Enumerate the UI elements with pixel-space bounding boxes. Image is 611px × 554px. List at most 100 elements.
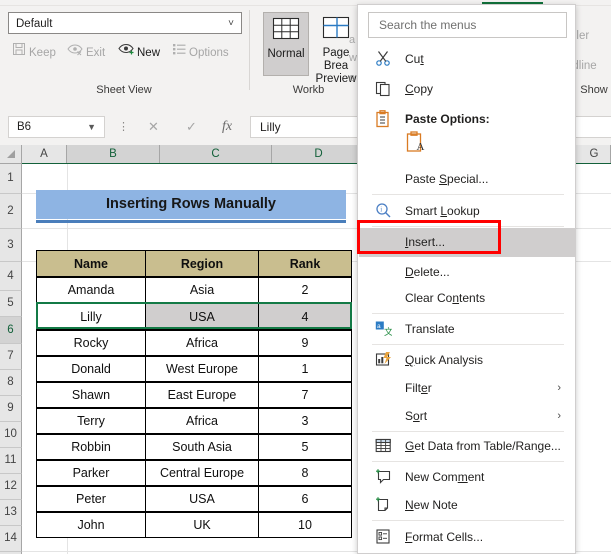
chevron-down-icon[interactable]: ▼ xyxy=(87,117,96,138)
row-header-5[interactable]: 5 xyxy=(0,291,22,317)
chevron-right-icon[interactable]: › xyxy=(557,374,561,403)
row-header-13[interactable]: 13 xyxy=(0,500,22,526)
cell-rank[interactable]: 2 xyxy=(258,277,352,303)
menu-item-format-cells[interactable]: Format Cells... xyxy=(359,523,575,552)
svg-text:文: 文 xyxy=(384,326,392,337)
menu-item-translate[interactable]: a文Translate xyxy=(359,315,575,344)
cell-rank[interactable]: 6 xyxy=(258,486,352,512)
row-header-2[interactable]: 2 xyxy=(0,194,22,229)
cell-rank[interactable]: 5 xyxy=(258,434,352,460)
ghost-ribbon-item-a: a xyxy=(349,34,355,46)
row-header-7[interactable]: 7 xyxy=(0,344,22,370)
confirm-check-icon[interactable]: ✓ xyxy=(186,116,197,138)
cell-rank[interactable]: 4 xyxy=(258,303,352,330)
cell-name[interactable]: Parker xyxy=(36,460,146,486)
chevron-down-icon[interactable]: ˅ xyxy=(228,13,234,35)
cell-name[interactable]: Donald xyxy=(36,356,146,382)
cell-name[interactable]: Amanda xyxy=(36,277,146,303)
sheet-view-exit-button[interactable]: Exit xyxy=(67,42,105,64)
column-title-region[interactable]: Region xyxy=(145,250,259,277)
cell-name[interactable]: Peter xyxy=(36,486,146,512)
cell-rank[interactable]: 9 xyxy=(258,330,352,356)
menu-item-cut[interactable]: Cut xyxy=(359,45,575,74)
view-normal-label: Normal xyxy=(264,48,308,61)
cell-region[interactable]: USA xyxy=(145,486,259,512)
sheet-title-banner[interactable]: Inserting Rows Manually xyxy=(36,190,346,219)
cell-region[interactable]: UK xyxy=(145,512,259,538)
column-header-c[interactable]: C xyxy=(160,145,272,163)
sheet-view-combo[interactable]: Default ˅ xyxy=(8,12,242,34)
menu-item-new-note[interactable]: New Note xyxy=(359,491,575,520)
cell-rank[interactable]: 8 xyxy=(258,460,352,486)
cell-region[interactable]: South Asia xyxy=(145,434,259,460)
menu-item-get-data-from-table-range[interactable]: Get Data from Table/Range... xyxy=(359,432,575,461)
sheet-view-options-button[interactable]: Options xyxy=(172,42,229,64)
sheet-view-keep-button[interactable]: Keep xyxy=(12,42,56,64)
menu-item-paste-options[interactable]: Paste Options: xyxy=(359,105,575,134)
svg-text:A: A xyxy=(417,141,425,153)
column-header-g[interactable]: G xyxy=(578,145,611,163)
cell-rank[interactable]: 7 xyxy=(258,382,352,408)
menu-item-clear-contents[interactable]: Clear Contents xyxy=(359,284,575,313)
chevron-right-icon[interactable]: › xyxy=(557,402,561,431)
row-header-4[interactable]: 4 xyxy=(0,262,22,291)
menu-item-sort[interactable]: Sort› xyxy=(359,402,575,431)
row-header-12[interactable]: 12 xyxy=(0,474,22,500)
name-box[interactable]: B6 ▼ xyxy=(8,116,105,138)
column-title-name[interactable]: Name xyxy=(36,250,146,277)
menu-item-insert[interactable]: Insert... xyxy=(359,228,575,257)
view-normal-button[interactable]: Normal xyxy=(263,12,309,76)
cell-region[interactable]: Africa xyxy=(145,330,259,356)
menu-item-copy[interactable]: Copy xyxy=(359,75,575,104)
cell-region[interactable]: West Europe xyxy=(145,356,259,382)
cell-name[interactable]: Rocky xyxy=(36,330,146,356)
eye-slash-icon xyxy=(67,42,83,64)
menu-item-delete[interactable]: Delete... xyxy=(359,258,575,287)
cell-rank[interactable]: 1 xyxy=(258,356,352,382)
cell-name[interactable]: Lilly xyxy=(36,303,146,330)
column-header-a[interactable]: A xyxy=(22,145,67,163)
ribbon-group-workbook-views: Normal Page Brea Preview Workb xyxy=(256,8,361,104)
row-header-6[interactable]: 6 xyxy=(0,317,22,344)
sheet-view-exit-label: Exit xyxy=(86,47,105,59)
menu-item-filter[interactable]: Filter› xyxy=(359,374,575,403)
row-header-1[interactable]: 1 xyxy=(0,164,22,194)
vertical-dots-icon[interactable]: ⋮ xyxy=(118,122,129,132)
column-title-rank[interactable]: Rank xyxy=(258,250,352,277)
menu-item-new-comment[interactable]: New Comment xyxy=(359,463,575,492)
cell-name[interactable]: Robbin xyxy=(36,434,146,460)
paste-option-text-only-button[interactable]: A xyxy=(359,130,575,160)
row-header-8[interactable]: 8 xyxy=(0,370,22,396)
cell-region[interactable]: Central Europe xyxy=(145,460,259,486)
insert-function-icon[interactable]: fx xyxy=(222,116,232,138)
cell-rank[interactable]: 3 xyxy=(258,408,352,434)
cell-region[interactable]: Africa xyxy=(145,408,259,434)
menu-item-smart-lookup[interactable]: iSmart Lookup xyxy=(359,197,575,226)
menu-item-label: Quick Analysis xyxy=(405,346,483,375)
menu-search-input[interactable]: Search the menus xyxy=(368,12,567,38)
row-header-3[interactable]: 3 xyxy=(0,229,22,262)
cell-name[interactable]: John xyxy=(36,512,146,538)
row-header-11[interactable]: 11 xyxy=(0,448,22,474)
select-all-icon[interactable] xyxy=(0,145,22,163)
cell-region[interactable]: East Europe xyxy=(145,382,259,408)
cell-name[interactable]: Terry xyxy=(36,408,146,434)
menu-item-paste-special[interactable]: Paste Special... xyxy=(359,165,575,194)
row-header-14[interactable]: 14 xyxy=(0,526,22,552)
cell-region[interactable]: USA xyxy=(145,303,259,330)
cell-rank[interactable]: 10 xyxy=(258,512,352,538)
cell-region[interactable]: Asia xyxy=(145,277,259,303)
menu-item-quick-analysis[interactable]: Quick Analysis xyxy=(359,346,575,375)
table-range-icon xyxy=(375,437,394,456)
row-header-9[interactable]: 9 xyxy=(0,396,22,422)
sheet-view-new-button[interactable]: New xyxy=(118,42,160,64)
menu-separator xyxy=(372,461,564,462)
cell-name[interactable]: Shawn xyxy=(36,382,146,408)
sheet-view-options-label: Options xyxy=(189,47,229,59)
context-menu[interactable]: Search the menus A CutCopyPaste Options:… xyxy=(357,4,576,554)
row-header-10[interactable]: 10 xyxy=(0,422,22,448)
column-header-d[interactable]: D xyxy=(272,145,366,163)
column-header-b[interactable]: B xyxy=(67,145,160,163)
cancel-x-icon[interactable]: ✕ xyxy=(148,116,159,138)
svg-text:i: i xyxy=(380,206,382,214)
